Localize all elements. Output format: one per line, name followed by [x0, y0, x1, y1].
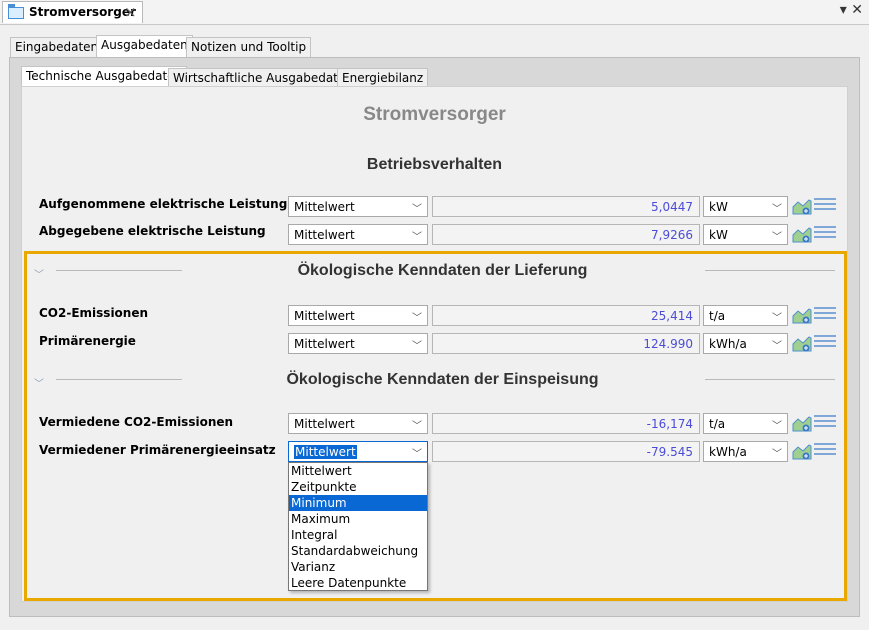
statistic-select-value: Mittelwert — [294, 337, 355, 351]
title-bar: Stromversorger × ▾ ✕ — [0, 0, 869, 25]
chart-add-icon[interactable] — [792, 307, 812, 325]
statistic-select-value: Mittelwert — [294, 228, 355, 242]
statistic-select-value: Mittelwert — [294, 309, 355, 323]
unit-select[interactable]: kW ﹀ — [703, 224, 788, 245]
close-tab-icon[interactable]: × — [124, 3, 137, 21]
chevron-down-icon: ﹀ — [412, 232, 422, 243]
section-divider — [56, 270, 182, 271]
chevron-down-icon: ﹀ — [772, 421, 782, 432]
tab-ausgabedaten[interactable]: Ausgabedaten — [96, 35, 193, 57]
value-field: -79.545 — [432, 441, 700, 462]
row-label: Primärenergie — [39, 334, 136, 348]
unit-select-value: kWh/a — [709, 445, 747, 459]
value-field: 124.990 — [432, 333, 700, 354]
unit-select-value: kW — [709, 200, 728, 214]
dropdown-option-maximum[interactable]: Maximum — [289, 511, 427, 527]
row-label: Vermiedener Primärenergieeinsatz — [39, 443, 276, 457]
statistic-select[interactable]: Mittelwert ﹀ — [288, 224, 428, 245]
window-menu-close-icons[interactable]: ▾ ✕ — [840, 2, 863, 18]
section-divider — [705, 379, 835, 380]
section-heading-betriebsverhalten: Betriebsverhalten — [366, 156, 503, 173]
value-field: -16,174 — [432, 413, 700, 434]
collapse-chevron-icon[interactable]: ﹀ — [34, 375, 44, 390]
unit-select-value: kWh/a — [709, 337, 747, 351]
unit-select-value: t/a — [709, 309, 726, 323]
chart-add-icon[interactable] — [792, 226, 812, 244]
dropdown-option-standardabweichung[interactable]: Standardabweichung — [289, 543, 427, 559]
chevron-down-icon: ﹀ — [772, 313, 782, 324]
tab-energiebilanz[interactable]: Energiebilanz — [337, 68, 429, 88]
statistic-select[interactable]: Mittelwert ﹀ — [288, 305, 428, 326]
unit-select[interactable]: kWh/a ﹀ — [703, 333, 788, 354]
tab-technische-ausgabedaten[interactable]: Technische Ausgabedaten — [21, 66, 188, 88]
dropdown-option-leere-datenpunkte[interactable]: Leere Datenpunkte — [289, 575, 427, 591]
list-icon[interactable] — [814, 415, 836, 431]
chevron-down-icon: ﹀ — [412, 313, 422, 324]
dropdown-option-mittelwert[interactable]: Mittelwert — [289, 463, 427, 479]
statistic-select[interactable]: Mittelwert ﹀ — [288, 413, 428, 434]
list-icon[interactable] — [814, 307, 836, 323]
statistic-dropdown-list: Mittelwert Zeitpunkte Minimum Maximum In… — [288, 462, 428, 591]
value-field: 5,0447 — [432, 196, 700, 217]
unit-select[interactable]: kW ﹀ — [703, 196, 788, 217]
page-title: Stromversorger — [363, 104, 506, 125]
chevron-down-icon: ﹀ — [412, 204, 422, 215]
statistic-select-value: Mittelwert — [294, 200, 355, 214]
folder-icon — [8, 4, 24, 19]
dropdown-option-varianz[interactable]: Varianz — [289, 559, 427, 575]
document-tab-title: Stromversorger — [29, 5, 136, 19]
chart-add-icon[interactable] — [792, 335, 812, 353]
section-divider — [705, 270, 835, 271]
chevron-down-icon: ﹀ — [412, 341, 422, 352]
chevron-down-icon: ﹀ — [412, 421, 422, 432]
section-heading-lieferung: Ökologische Kenndaten der Lieferung — [297, 262, 588, 279]
value-field: 7,9266 — [432, 224, 700, 245]
row-label: Abgegebene elektrische Leistung — [39, 224, 266, 238]
list-icon[interactable] — [814, 226, 836, 242]
row-label: Aufgenommene elektrische Leistung — [39, 197, 288, 211]
row-label: Vermiedene CO2-Emissionen — [39, 415, 234, 429]
chevron-down-icon: ﹀ — [772, 449, 782, 460]
list-icon[interactable] — [814, 335, 836, 351]
list-icon[interactable] — [814, 198, 836, 214]
tab-eingabedaten[interactable]: Eingabedaten — [10, 37, 104, 57]
row-label: CO2-Emissionen — [39, 306, 149, 320]
dropdown-option-minimum[interactable]: Minimum — [289, 495, 427, 511]
dropdown-option-integral[interactable]: Integral — [289, 527, 427, 543]
statistic-select[interactable]: Mittelwert ﹀ — [288, 333, 428, 354]
unit-select-value: t/a — [709, 417, 726, 431]
chart-add-icon[interactable] — [792, 415, 812, 433]
tab-notizen-und-tooltip[interactable]: Notizen und Tooltip — [186, 37, 312, 57]
statistic-select[interactable]: Mittelwert ﹀ — [288, 196, 428, 217]
value-field: 25,414 — [432, 305, 700, 326]
chevron-down-icon: ﹀ — [772, 341, 782, 352]
unit-select[interactable]: kWh/a ﹀ — [703, 441, 788, 462]
chart-add-icon[interactable] — [792, 443, 812, 461]
chevron-down-icon: ﹀ — [772, 204, 782, 215]
unit-select[interactable]: t/a ﹀ — [703, 413, 788, 434]
chevron-down-icon: ﹀ — [412, 449, 422, 460]
unit-select[interactable]: t/a ﹀ — [703, 305, 788, 326]
dropdown-option-zeitpunkte[interactable]: Zeitpunkte — [289, 479, 427, 495]
collapse-chevron-icon[interactable]: ﹀ — [34, 266, 44, 281]
chart-add-icon[interactable] — [792, 198, 812, 216]
statistic-select-value: Mittelwert — [294, 445, 357, 459]
chevron-down-icon: ﹀ — [772, 232, 782, 243]
unit-select-value: kW — [709, 228, 728, 242]
section-divider — [56, 379, 182, 380]
document-tab[interactable]: Stromversorger × — [2, 1, 143, 23]
tab-wirtschaftliche-ausgabedaten[interactable]: Wirtschaftliche Ausgabedaten — [168, 68, 358, 88]
list-icon[interactable] — [814, 443, 836, 459]
statistic-select-open[interactable]: Mittelwert ﹀ — [288, 441, 428, 462]
statistic-select-value: Mittelwert — [294, 417, 355, 431]
section-heading-einspeisung: Ökologische Kenndaten der Einspeisung — [286, 371, 599, 388]
